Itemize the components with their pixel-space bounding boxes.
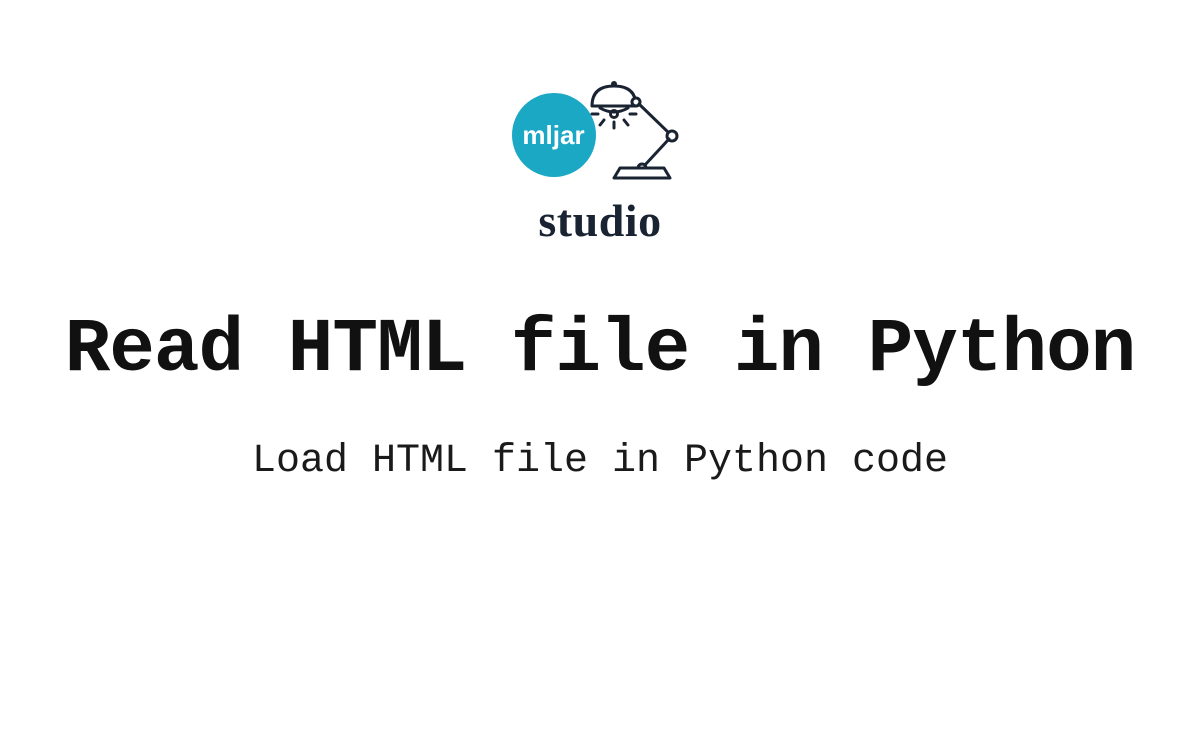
mljar-badge: mljar: [512, 93, 596, 177]
logo-block: mljar: [512, 80, 689, 247]
studio-text: studio: [538, 194, 661, 247]
desk-lamp-icon: [584, 72, 689, 182]
logo-top-row: mljar: [512, 80, 689, 190]
badge-text: mljar: [522, 120, 584, 151]
page-subtitle: Load HTML file in Python code: [252, 439, 948, 484]
page-headline: Read HTML file in Python: [65, 307, 1136, 393]
